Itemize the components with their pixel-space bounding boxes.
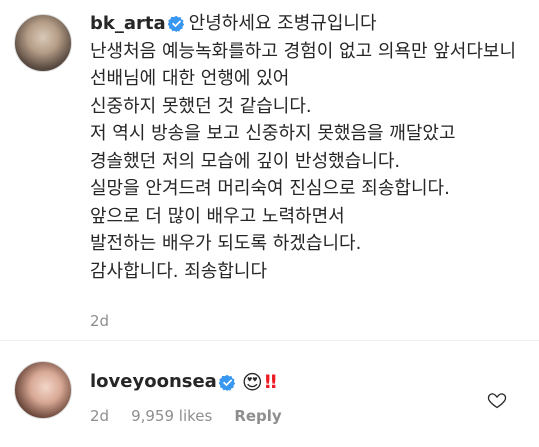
comment-1-timestamp: 2d xyxy=(90,312,110,330)
avatar-loveyoonsea[interactable] xyxy=(14,361,72,419)
verified-badge-icon xyxy=(167,15,184,32)
username-loveyoonsea[interactable]: loveyoonsea xyxy=(90,369,217,395)
reply-button[interactable]: Reply xyxy=(234,407,281,425)
heart-eyes-emoji: 😍 xyxy=(241,370,263,394)
heart-icon[interactable] xyxy=(487,390,507,410)
divider xyxy=(0,340,539,341)
comment-2-meta: 2d 9,959 likes Reply xyxy=(90,407,282,425)
comment-2: loveyoonsea 😍 ‼ xyxy=(90,369,277,395)
comment-1: bk_arta 안녕하세요 조병규입니다 난생처음 예능녹화를하고 경험이 없고 … xyxy=(90,10,530,285)
double-exclamation-emoji: ‼ xyxy=(264,371,277,393)
comment-text: 안녕하세요 조병규입니다 난생처음 예능녹화를하고 경험이 없고 의욕만 앞서다… xyxy=(90,13,517,282)
username-bk-arta[interactable]: bk_arta xyxy=(90,13,166,34)
verified-badge-icon xyxy=(218,374,236,391)
likes-count[interactable]: 9,959 likes xyxy=(131,407,212,425)
avatar-bk-arta[interactable] xyxy=(14,14,72,72)
comment-2-timestamp: 2d xyxy=(90,407,110,425)
